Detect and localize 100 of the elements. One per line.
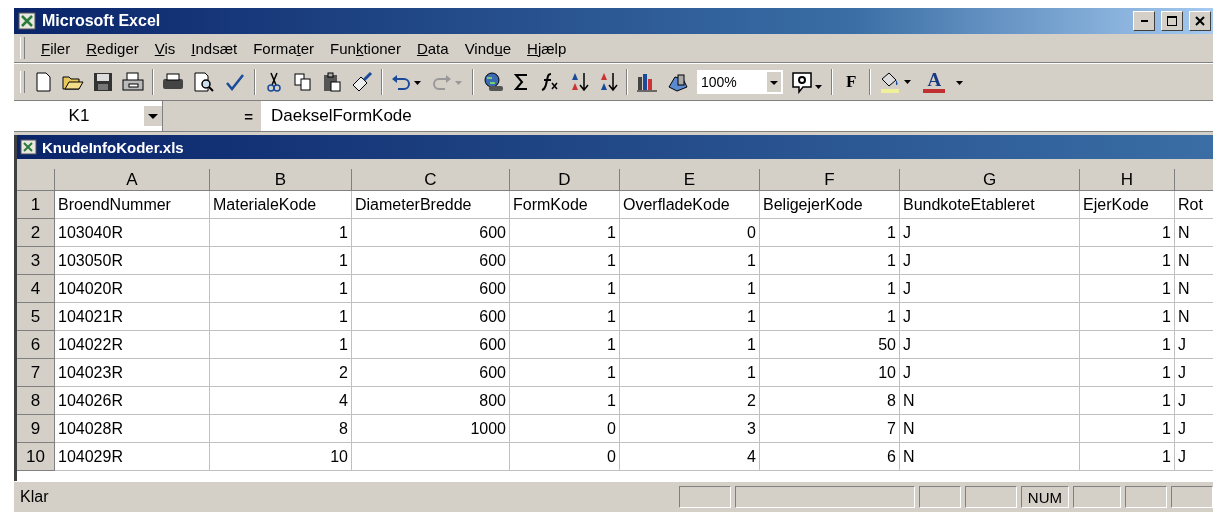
row-header[interactable]: 6 <box>17 331 55 359</box>
status-panel <box>918 486 961 508</box>
row-header[interactable]: 4 <box>17 275 55 303</box>
bold-button[interactable]: F <box>840 72 863 92</box>
table-cell: N <box>1175 247 1213 275</box>
table-cell: J <box>900 275 1080 303</box>
format-painter-icon[interactable] <box>350 71 374 93</box>
table-cell: 104026R <box>55 387 210 415</box>
menu-item[interactable]: Hjælp <box>527 39 567 57</box>
table-cell: BroendNummer <box>55 191 210 219</box>
row-header[interactable]: 3 <box>17 247 55 275</box>
maximize-icon <box>1167 16 1177 26</box>
status-text: Klar <box>20 488 49 506</box>
caret-icon[interactable] <box>767 72 781 92</box>
name-box[interactable]: K1 <box>14 101 163 131</box>
font-color-button[interactable]: A <box>921 71 948 93</box>
table-cell: 10 <box>210 443 352 471</box>
table-cell: 1 <box>210 247 352 275</box>
table-cell: 1 <box>620 275 760 303</box>
globe-icon[interactable] <box>481 71 505 93</box>
table-cell: 104021R <box>55 303 210 331</box>
workbook-title: KnudeInfoKoder.xls <box>42 138 184 156</box>
select-all-button[interactable] <box>17 169 55 191</box>
help-icon[interactable] <box>790 70 824 94</box>
close-button[interactable] <box>1189 11 1211 31</box>
menu-item[interactable]: Vis <box>154 39 176 57</box>
print-icon[interactable] <box>121 71 145 93</box>
print-preview-icon[interactable] <box>192 71 216 93</box>
column-header[interactable]: C <box>352 169 510 191</box>
column-header[interactable]: B <box>210 169 352 191</box>
table-cell: 800 <box>352 387 510 415</box>
status-panel <box>1073 486 1121 508</box>
menu-item[interactable]: Indsæt <box>191 39 238 57</box>
table-cell: 1 <box>1080 331 1175 359</box>
table-cell: 1 <box>510 359 620 387</box>
menu-item[interactable]: Formater <box>253 39 315 57</box>
table-cell: 1 <box>760 247 900 275</box>
table-cell: J <box>900 219 1080 247</box>
column-header[interactable]: A <box>55 169 210 191</box>
function-icon[interactable] <box>539 71 561 93</box>
table-cell: 0 <box>510 443 620 471</box>
row-header[interactable]: 5 <box>17 303 55 331</box>
copy-icon[interactable] <box>292 71 314 93</box>
table-cell: 1 <box>1080 415 1175 443</box>
table-cell: N <box>1175 219 1213 247</box>
num-lock-indicator: NUM <box>1020 486 1069 508</box>
zoom-dropdown[interactable]: 100% <box>697 70 783 94</box>
window-title: Microsoft Excel <box>42 12 161 30</box>
table-cell: MaterialeKode <box>210 191 352 219</box>
paste-icon[interactable] <box>321 71 343 93</box>
chart-icon[interactable] <box>635 71 659 93</box>
row-header[interactable]: 9 <box>17 415 55 443</box>
column-header[interactable]: E <box>620 169 760 191</box>
save-icon[interactable] <box>92 71 114 93</box>
menu-item[interactable]: Vindue <box>464 39 512 57</box>
close-icon <box>1195 16 1205 26</box>
table-cell: J <box>1175 387 1213 415</box>
menu-item[interactable]: Funktioner <box>330 39 401 57</box>
table-cell: 1 <box>1080 443 1175 471</box>
table-cell: 1 <box>210 303 352 331</box>
table-cell: 8 <box>760 387 900 415</box>
table-cell: J <box>1175 331 1213 359</box>
menu-item[interactable]: Filer <box>41 39 71 57</box>
table-cell: J <box>900 359 1080 387</box>
table-cell: BundkoteEtableret <box>900 191 1080 219</box>
status-panel <box>1125 486 1167 508</box>
table-cell: 1 <box>510 331 620 359</box>
table-cell: 1 <box>210 331 352 359</box>
table-cell: 104028R <box>55 415 210 443</box>
table-cell: 10 <box>760 359 900 387</box>
column-header[interactable]: H <box>1080 169 1175 191</box>
table-cell: J <box>1175 415 1213 443</box>
table-cell: 1 <box>510 219 620 247</box>
row-header[interactable]: 8 <box>17 387 55 415</box>
table-cell: J <box>900 247 1080 275</box>
row-header[interactable]: 1 <box>17 191 55 219</box>
excel-logo-icon <box>18 12 36 30</box>
column-header[interactable]: D <box>510 169 620 191</box>
column-header[interactable]: F <box>760 169 900 191</box>
maximize-button[interactable] <box>1161 11 1183 31</box>
menu-item[interactable]: Data <box>416 39 449 57</box>
table-cell: J <box>1175 359 1213 387</box>
formula-field[interactable]: DaekselFormKode <box>261 101 1213 131</box>
table-cell: 1 <box>210 275 352 303</box>
caret-icon[interactable] <box>144 106 162 126</box>
table-cell: 3 <box>620 415 760 443</box>
table-cell: 1 <box>1080 247 1175 275</box>
row-header[interactable]: 10 <box>17 443 55 471</box>
row-header[interactable]: 7 <box>17 359 55 387</box>
table-cell: 104020R <box>55 275 210 303</box>
menu-item[interactable]: Rediger <box>86 39 139 57</box>
minimize-button[interactable] <box>1133 11 1155 31</box>
column-header[interactable]: G <box>900 169 1080 191</box>
table-cell: 0 <box>620 219 760 247</box>
table-cell: 2 <box>620 387 760 415</box>
status-panel <box>964 486 1017 508</box>
table-cell: 103050R <box>55 247 210 275</box>
table-cell: 600 <box>352 247 510 275</box>
row-header[interactable]: 2 <box>17 219 55 247</box>
table-cell: 600 <box>352 219 510 247</box>
